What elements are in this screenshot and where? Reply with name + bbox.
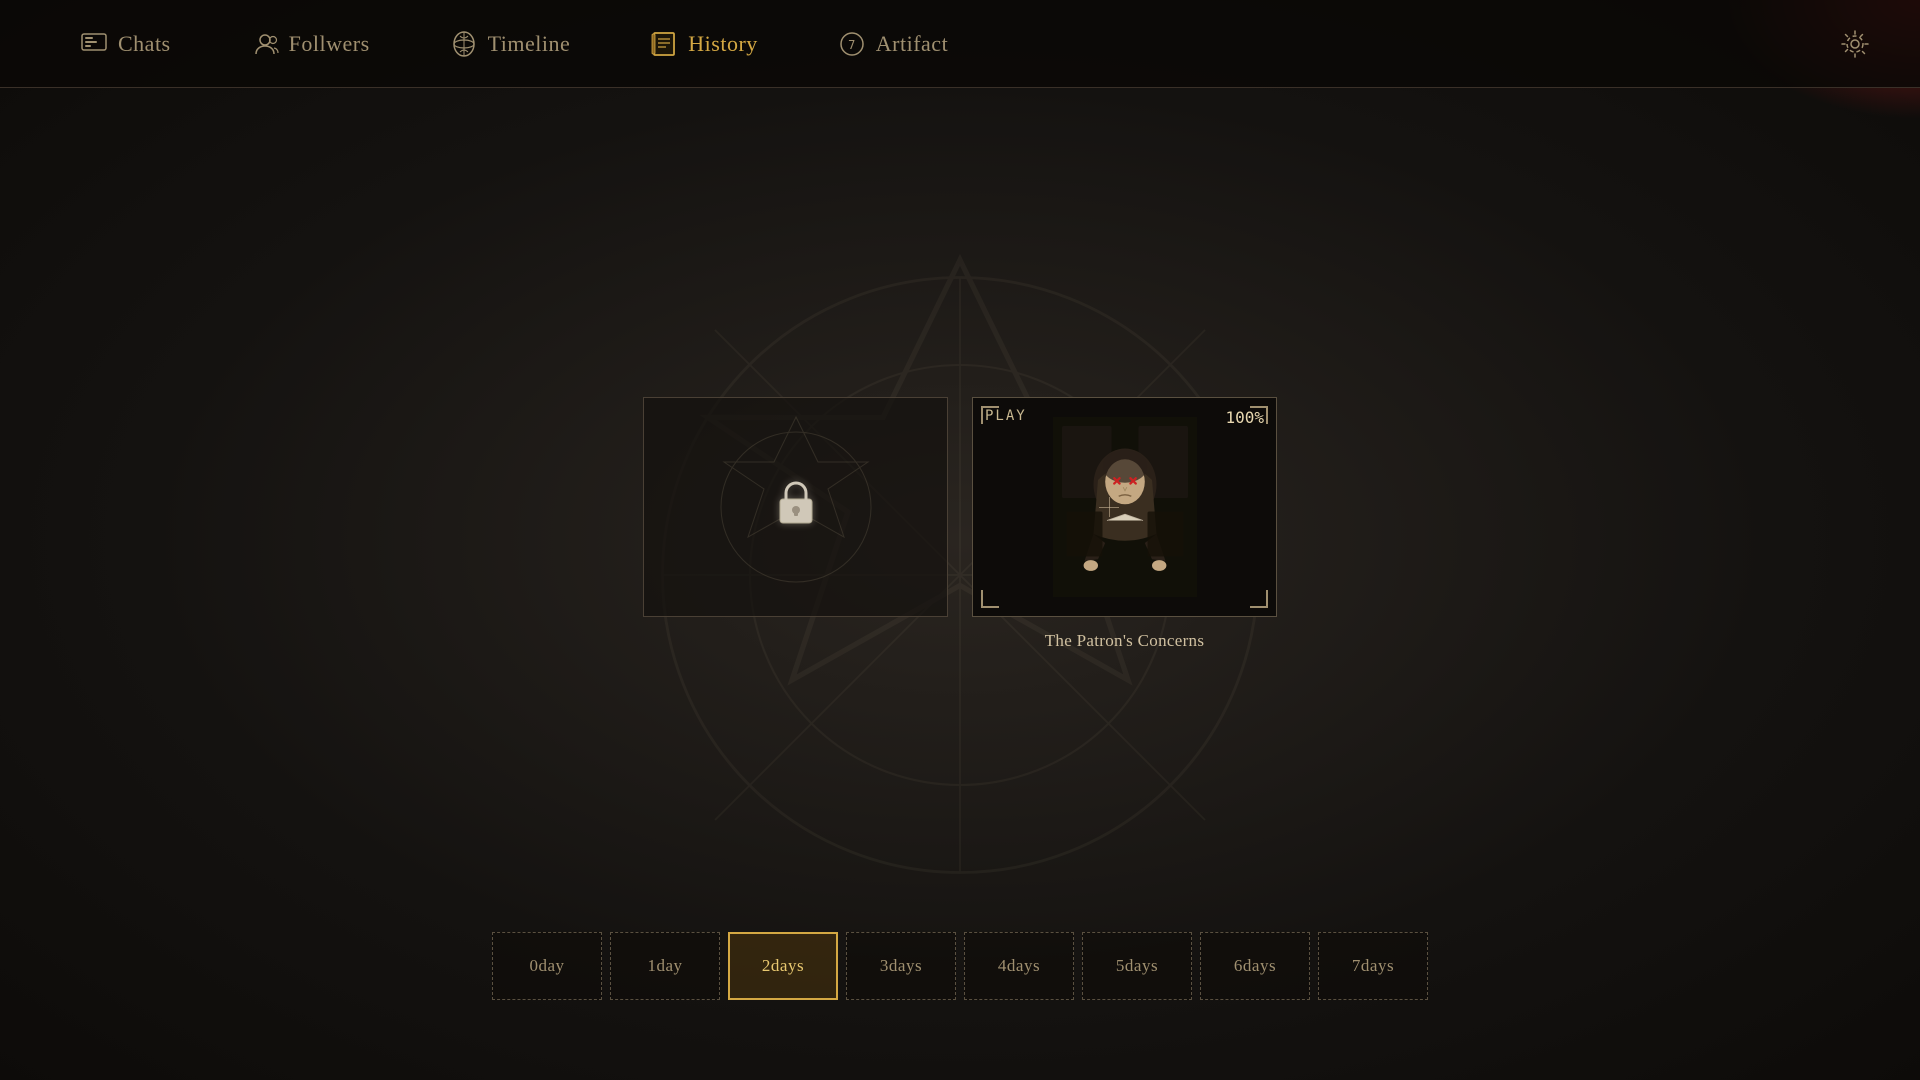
- corner-br: [1250, 590, 1268, 608]
- nav-item-history[interactable]: History: [610, 0, 798, 87]
- day-btn-5[interactable]: 5days: [1082, 932, 1192, 1000]
- day-btn-3[interactable]: 3days: [846, 932, 956, 1000]
- card-title: The Patron's Concerns: [972, 631, 1277, 651]
- day-selector: 0day 1day 2days 3days 4days 5days 6days …: [492, 932, 1428, 1000]
- artifact-label: Artifact: [876, 31, 948, 57]
- day-btn-0[interactable]: 0day: [492, 932, 602, 1000]
- play-percent: 100%: [1225, 408, 1264, 427]
- navbar: Chats Follwers Timeline: [0, 0, 1920, 88]
- history-label: History: [688, 31, 758, 57]
- settings-button[interactable]: [1830, 19, 1880, 69]
- followers-icon: [251, 30, 279, 58]
- history-icon: [650, 30, 678, 58]
- nav-item-followers[interactable]: Follwers: [211, 0, 410, 87]
- artifact-icon: 7: [838, 30, 866, 58]
- nav-item-timeline[interactable]: Timeline: [410, 0, 611, 87]
- timeline-icon: [450, 30, 478, 58]
- day-btn-6[interactable]: 6days: [1200, 932, 1310, 1000]
- crosshair: [1099, 497, 1119, 517]
- nav-item-artifact[interactable]: 7 Artifact: [798, 0, 988, 87]
- svg-text:7: 7: [848, 38, 856, 52]
- play-card-wrapper: PLAY 100%: [972, 397, 1277, 651]
- cards-container: PLAY 100%: [643, 397, 1277, 651]
- nav-item-chats[interactable]: Chats: [40, 0, 211, 87]
- play-card[interactable]: PLAY 100%: [972, 397, 1277, 617]
- chats-icon: [80, 30, 108, 58]
- day-btn-4[interactable]: 4days: [964, 932, 1074, 1000]
- day-btn-7[interactable]: 7days: [1318, 932, 1428, 1000]
- day-btn-1[interactable]: 1day: [610, 932, 720, 1000]
- chats-label: Chats: [118, 31, 171, 57]
- timeline-label: Timeline: [488, 31, 571, 57]
- play-label: PLAY: [985, 408, 1027, 424]
- lock-icon: [774, 477, 818, 538]
- followers-label: Follwers: [289, 31, 370, 57]
- character-area: [973, 398, 1276, 616]
- locked-card: [643, 397, 948, 617]
- day-btn-2[interactable]: 2days: [728, 932, 838, 1000]
- corner-bl: [981, 590, 999, 608]
